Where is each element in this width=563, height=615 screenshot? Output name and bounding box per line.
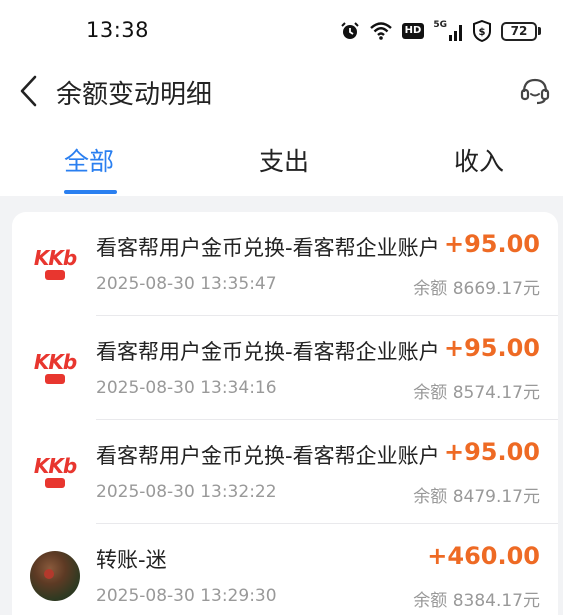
kkb-logo-icon: KKb [30, 343, 80, 393]
avatar: KKb [30, 447, 80, 497]
signal-indicator: 5G [433, 21, 463, 41]
svg-text:$: $ [479, 27, 486, 38]
tab-bar: 全部 支出 收入 [0, 130, 563, 196]
status-icons: HD 5G $ 72 [340, 18, 541, 44]
kkb-logo-icon: KKb [30, 447, 80, 497]
transaction-title: 转账-迷 [96, 548, 167, 572]
active-tab-indicator [64, 190, 117, 194]
tab-expense[interactable]: 支出 [259, 142, 309, 178]
kkb-logo-tag [45, 478, 65, 488]
transaction-date: 2025-08-30 13:35:47 [96, 274, 277, 294]
avatar: KKb [30, 343, 80, 393]
kkb-logo-text: KKb [33, 454, 77, 478]
chevron-left-icon [20, 75, 37, 107]
avatar [30, 551, 80, 601]
list-item[interactable]: KKb 看客帮用户金币兑换-看客帮企业账户 2025-08-30 13:34:1… [12, 316, 558, 420]
transaction-date: 2025-08-30 13:32:22 [96, 482, 277, 502]
transaction-balance: 余额 8479.17元 [413, 487, 540, 507]
hd-badge: HD [401, 23, 425, 39]
tab-income[interactable]: 收入 [454, 142, 504, 178]
headset-icon [520, 78, 550, 105]
wifi-icon [369, 22, 392, 40]
kkb-logo-tag [45, 270, 65, 280]
list-item[interactable]: KKb 看客帮用户金币兑换-看客帮企业账户 2025-08-30 13:32:2… [12, 420, 558, 524]
transaction-amount: +95.00 [443, 334, 540, 362]
signal-5g-label: 5G [433, 20, 447, 30]
kkb-logo-tag [45, 374, 65, 384]
battery-indicator: 72 [501, 21, 541, 41]
transaction-date: 2025-08-30 13:29:30 [96, 586, 277, 606]
transaction-amount: +95.00 [443, 438, 540, 466]
transaction-amount: +95.00 [443, 230, 540, 258]
alarm-icon [340, 22, 359, 39]
customer-service-button[interactable] [515, 71, 555, 111]
status-time: 13:38 [86, 18, 150, 42]
list-item[interactable]: 转账-迷 2025-08-30 13:29:30 +460.00 余额 8384… [12, 524, 558, 615]
transaction-amount: +460.00 [427, 542, 540, 570]
shield-dollar-icon: $ [473, 20, 491, 42]
status-bar: 13:38 HD 5G $ 72 [0, 0, 563, 62]
nav-bar: 余额变动明细 [0, 62, 563, 120]
tab-all[interactable]: 全部 [64, 142, 114, 178]
battery-nub [538, 27, 541, 35]
signal-bars-icon [449, 25, 462, 41]
transaction-date: 2025-08-30 13:34:16 [96, 378, 277, 398]
kkb-logo-text: KKb [33, 350, 77, 374]
user-photo-avatar [30, 551, 80, 601]
transaction-list: KKb 看客帮用户金币兑换-看客帮企业账户 2025-08-30 13:35:4… [12, 212, 558, 615]
transaction-balance: 余额 8574.17元 [413, 383, 540, 403]
transaction-balance: 余额 8669.17元 [413, 279, 540, 299]
list-item[interactable]: KKb 看客帮用户金币兑换-看客帮企业账户 2025-08-30 13:35:4… [12, 212, 558, 316]
transaction-title: 看客帮用户金币兑换-看客帮企业账户 [96, 236, 440, 260]
transaction-title: 看客帮用户金币兑换-看客帮企业账户 [96, 444, 440, 468]
avatar: KKb [30, 239, 80, 289]
battery-level: 72 [501, 21, 537, 41]
transaction-title: 看客帮用户金币兑换-看客帮企业账户 [96, 340, 440, 364]
back-button[interactable] [14, 73, 44, 109]
kkb-logo-text: KKb [33, 246, 77, 270]
top-panel: 13:38 HD 5G $ 72 余额变动明细 全部 支出 收入 [0, 0, 563, 196]
kkb-logo-icon: KKb [30, 239, 80, 289]
page-title: 余额变动明细 [56, 80, 213, 110]
transaction-balance: 余额 8384.17元 [413, 591, 540, 611]
